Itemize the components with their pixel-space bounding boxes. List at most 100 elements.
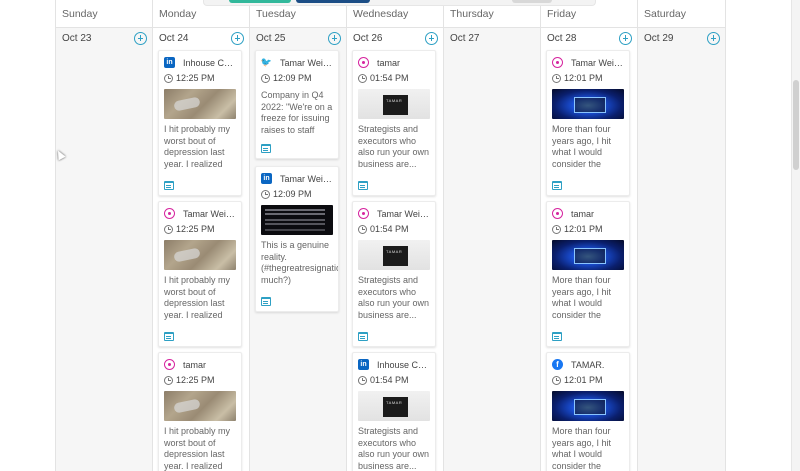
calendar-icon[interactable]: [164, 181, 174, 190]
toolbar-blue-button[interactable]: [296, 0, 370, 3]
post-time: 01:54 PM: [370, 375, 409, 385]
post-author: Inhouse Co...: [377, 359, 430, 370]
clock-icon: [164, 375, 173, 385]
instagram-icon: [358, 208, 369, 219]
date-label: Oct 23: [62, 33, 92, 44]
post-image: [261, 205, 333, 235]
post-text: I hit probably my worst bout of depressi…: [164, 124, 231, 169]
vertical-scrollbar[interactable]: [791, 0, 800, 471]
calendar-icon[interactable]: [164, 332, 174, 341]
day-column-tuesday: Tuesday Oct 25 🐦 Tamar Wein... 12:09 PM C…: [250, 0, 347, 471]
post-text: More than four years ago, I hit what I w…: [552, 275, 612, 320]
post-author: tamar: [183, 359, 207, 370]
post-card[interactable]: in Inhouse Co... 12:25 PM I hit probably …: [158, 50, 242, 196]
post-text: I hit probably my worst bout of depressi…: [164, 426, 231, 471]
calendar-icon[interactable]: [261, 297, 271, 306]
date-row: Oct 28: [541, 28, 637, 50]
post-time: 12:01 PM: [564, 73, 603, 83]
clock-icon: [261, 189, 270, 199]
add-post-icon[interactable]: [619, 32, 632, 45]
instagram-icon: [164, 208, 175, 219]
post-time: 12:01 PM: [564, 224, 603, 234]
clock-icon: [358, 73, 367, 83]
add-post-icon[interactable]: [425, 32, 438, 45]
add-post-icon[interactable]: [134, 32, 147, 45]
post-image: [552, 391, 624, 421]
day-column-thursday: Thursday Oct 27: [444, 0, 541, 471]
week-calendar: Sunday Oct 23 Monday Oct 24 in Inhouse Co…: [55, 0, 791, 471]
linkedin-icon: in: [261, 173, 272, 184]
post-card[interactable]: f TAMAR. 12:01 PM More than four years ag…: [546, 352, 630, 471]
post-text: Strategists and executors who also run y…: [358, 124, 430, 169]
date-row: Oct 23: [56, 28, 152, 50]
post-text: This is a genuine reality. (#thegreatres…: [261, 240, 338, 285]
post-time: 12:01 PM: [564, 375, 603, 385]
post-author: tamar: [377, 57, 401, 68]
post-author: TAMAR.: [571, 359, 605, 370]
scrollbar-thumb[interactable]: [793, 80, 799, 170]
date-row: Oct 26: [347, 28, 443, 50]
clock-icon: [164, 224, 173, 234]
date-row: Oct 25: [250, 28, 346, 50]
post-card[interactable]: in Inhouse Co... 01:54 PM Strategists and…: [352, 352, 436, 471]
post-author: Tamar Wein...: [571, 57, 624, 68]
post-card[interactable]: Tamar Wein... 12:25 PM I hit probably my…: [158, 201, 242, 347]
toolbar-green-button[interactable]: [229, 0, 291, 3]
instagram-icon: [552, 208, 563, 219]
date-row: Oct 24: [153, 28, 249, 50]
post-image: [552, 89, 624, 119]
facebook-icon: f: [552, 359, 563, 370]
post-time: 12:25 PM: [176, 375, 215, 385]
post-image: [358, 240, 430, 270]
post-image: [358, 391, 430, 421]
post-author: tamar: [571, 208, 595, 219]
post-text: I hit probably my worst bout of depressi…: [164, 275, 231, 320]
post-card[interactable]: tamar 01:54 PM Strategists and executors…: [352, 50, 436, 196]
post-image: [552, 240, 624, 270]
post-time: 12:25 PM: [176, 73, 215, 83]
add-post-icon[interactable]: [328, 32, 341, 45]
post-text: Strategists and executors who also run y…: [358, 275, 430, 320]
date-row: Oct 29: [638, 28, 725, 50]
date-label: Oct 29: [644, 33, 674, 44]
date-label: Oct 27: [450, 33, 480, 44]
post-card[interactable]: in Tamar Wein... 12:09 PM This is a genui…: [255, 166, 339, 312]
toolbar-grey-button[interactable]: [512, 0, 552, 3]
post-author: Tamar Wein...: [280, 173, 333, 184]
post-image: [164, 391, 236, 421]
instagram-icon: [358, 57, 369, 68]
post-time: 12:09 PM: [273, 189, 312, 199]
post-card[interactable]: tamar 12:01 PM More than four years ago,…: [546, 201, 630, 347]
calendar-icon[interactable]: [261, 144, 271, 153]
post-time: 01:54 PM: [370, 224, 409, 234]
post-text: Company in Q4 2022: "We're on a freeze f…: [261, 90, 333, 135]
clock-icon: [552, 375, 561, 385]
post-card[interactable]: tamar 12:25 PM I hit probably my worst b…: [158, 352, 242, 471]
weekday-header: Sunday: [56, 0, 152, 28]
calendar-icon[interactable]: [552, 181, 562, 190]
post-text: More than four years ago, I hit what I w…: [552, 426, 612, 471]
post-image: [164, 240, 236, 270]
add-post-icon[interactable]: [231, 32, 244, 45]
post-card[interactable]: Tamar Wein... 01:54 PM Strategists and e…: [352, 201, 436, 347]
instagram-icon: [164, 359, 175, 370]
add-post-icon[interactable]: [707, 32, 720, 45]
post-time: 12:09 PM: [273, 73, 312, 83]
post-card[interactable]: Tamar Wein... 12:01 PM More than four ye…: [546, 50, 630, 196]
post-time: 01:54 PM: [370, 73, 409, 83]
calendar-icon[interactable]: [358, 181, 368, 190]
date-row: Oct 27: [444, 28, 540, 50]
day-column-sunday: Sunday Oct 23: [56, 0, 153, 471]
date-label: Oct 28: [547, 33, 577, 44]
calendar-icon[interactable]: [358, 332, 368, 341]
linkedin-icon: in: [358, 359, 369, 370]
post-card[interactable]: 🐦 Tamar Wein... 12:09 PM Company in Q4 20…: [255, 50, 339, 159]
day-column-wednesday: Wednesday Oct 26 tamar 01:54 PM Strategi…: [347, 0, 444, 471]
post-time: 12:25 PM: [176, 224, 215, 234]
post-image: [358, 89, 430, 119]
top-toolbar: [203, 0, 596, 6]
clock-icon: [164, 73, 173, 83]
clock-icon: [358, 224, 367, 234]
calendar-icon[interactable]: [552, 332, 562, 341]
post-author: Tamar Wein...: [183, 208, 236, 219]
